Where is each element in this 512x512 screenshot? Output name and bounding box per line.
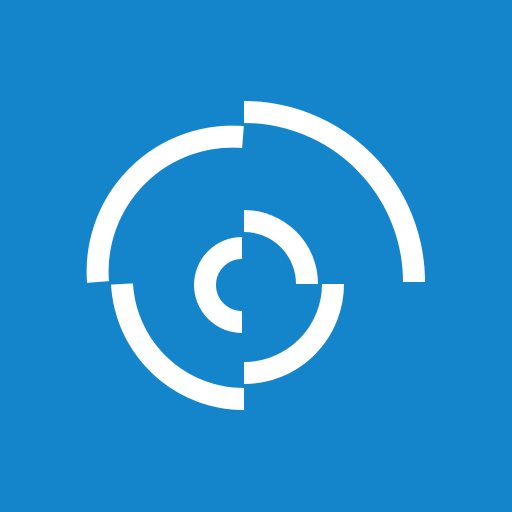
segmented-concentric-arcs-logo-icon [0,0,512,512]
background [0,0,512,512]
app-icon-tile [0,0,512,512]
